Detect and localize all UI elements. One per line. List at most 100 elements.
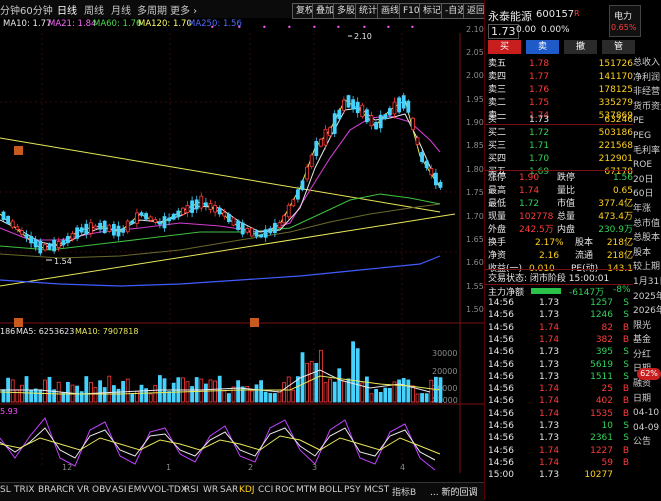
stat-value: 1.74 xyxy=(519,186,540,196)
tick-volume: 1246 xyxy=(590,310,613,321)
tick-price: 1.73 xyxy=(539,421,560,431)
volume-bar xyxy=(29,390,34,403)
tab-indicator[interactable]: SL xyxy=(0,485,11,495)
candle-body xyxy=(291,199,296,207)
candle-body xyxy=(121,228,125,233)
sector-box[interactable]: 电力 0.65% xyxy=(609,5,641,37)
tick-time: 14:56 xyxy=(488,310,514,321)
candle-body xyxy=(397,97,402,113)
candle-body xyxy=(84,223,89,235)
tab-daily[interactable]: 日线 xyxy=(57,2,77,17)
buy-button[interactable]: 买 xyxy=(488,40,521,54)
tab-indicator[interactable]: SAR xyxy=(220,485,238,495)
cancel-order-button[interactable]: 撤 xyxy=(564,40,597,54)
tab-indicator[interactable]: BRAR xyxy=(38,485,62,495)
volume-bar xyxy=(19,384,24,403)
fund-label: 股本 xyxy=(633,247,652,258)
volume-bar xyxy=(130,393,135,403)
bid-label: 买三 xyxy=(488,141,507,151)
tab-indicator[interactable]: PSY xyxy=(344,485,361,495)
stat-label: 市值 xyxy=(557,199,576,209)
tick-volume: 1535 xyxy=(590,408,613,419)
ask-price: 1.77 xyxy=(529,72,550,82)
candle-body xyxy=(148,216,153,221)
tick-volume: 59 xyxy=(601,457,613,468)
stat-label: 总量 xyxy=(557,212,576,222)
tab-indicator[interactable]: 指标B xyxy=(392,485,416,498)
tick-side: B xyxy=(622,445,629,456)
tab-more[interactable]: 更多 › xyxy=(170,2,197,17)
svg-text:•: • xyxy=(237,23,242,32)
volume-bar xyxy=(157,375,162,403)
event-marker[interactable] xyxy=(250,318,259,327)
tick-row: 14:56 1.74 82 B xyxy=(485,322,635,335)
tab-indicator[interactable]: VR xyxy=(77,485,89,495)
volume-bar xyxy=(98,380,102,403)
tab-indicator[interactable]: CCI xyxy=(258,485,273,495)
tab-indicator-active[interactable]: KDJ xyxy=(239,485,255,495)
price-tick: 1.90 xyxy=(466,118,484,127)
volume-bar xyxy=(38,389,43,403)
tab-indicator[interactable]: OBV xyxy=(92,485,111,495)
candle-body xyxy=(162,216,167,229)
fund-label: 非经营 xyxy=(633,87,661,98)
candle-body xyxy=(47,243,52,250)
tab-indicator[interactable]: MCST xyxy=(364,485,389,495)
candle-body xyxy=(190,200,195,213)
tab-indicator[interactable]: VOL-TDX xyxy=(148,485,187,495)
stat-value: 0.65 xyxy=(612,186,633,196)
candle-body xyxy=(66,236,70,243)
tab-indicator[interactable]: ASI xyxy=(112,485,127,495)
candle-body xyxy=(56,241,61,248)
bid-row: 买四 1.70 212901 xyxy=(485,153,635,166)
volume-bar xyxy=(429,379,434,403)
candle-body xyxy=(360,104,365,117)
kline-chart[interactable]: MA10: 1.77 MA21: 1.84 MA60: 1.76 MA120: … xyxy=(0,18,484,473)
tab-indicator[interactable]: MTM xyxy=(296,485,317,495)
tab-minute[interactable]: 分钟 xyxy=(0,2,20,17)
svg-text:•: • xyxy=(362,23,367,32)
tick-volume: 1227 xyxy=(590,445,613,456)
bid-label: 买四 xyxy=(488,154,507,164)
stock-code: 600157 xyxy=(536,9,575,20)
candle-body xyxy=(424,160,429,168)
ma21-line xyxy=(0,115,441,241)
event-marker[interactable] xyxy=(14,318,23,327)
tick-volume: 10277 xyxy=(584,470,613,481)
tab-monthly[interactable]: 月线 xyxy=(111,2,131,17)
tab-indicator[interactable]: CR xyxy=(62,485,75,495)
candle-body xyxy=(15,226,20,231)
bid-volume: 221568 xyxy=(598,141,633,151)
candle-body xyxy=(194,199,199,210)
tab-indicator[interactable]: EMV xyxy=(128,485,148,495)
tab-weekly[interactable]: 周线 xyxy=(84,2,104,17)
volume-bar xyxy=(1,389,6,403)
fund-label: 年涨 xyxy=(633,203,652,214)
stat-value: 218亿 xyxy=(606,251,633,261)
indicator-value: 5.93 xyxy=(0,407,18,416)
high-annotation: 2.10 xyxy=(354,32,372,41)
candle-body xyxy=(89,222,93,234)
tick-volume: 10 xyxy=(601,421,613,431)
tick-time: 14:56 xyxy=(488,445,514,456)
tab-indicator[interactable]: ROC xyxy=(275,485,295,495)
tab-multi-period[interactable]: 多周期 xyxy=(137,2,167,17)
tab-indicator[interactable]: TRIX xyxy=(14,485,35,495)
candle-body xyxy=(180,207,185,215)
side-badge[interactable]: 62% xyxy=(637,368,661,380)
ma120-legend: MA120: 1.70 xyxy=(138,19,192,29)
candle-body xyxy=(153,219,158,223)
volume-bar xyxy=(424,393,429,403)
candle-body xyxy=(75,227,79,239)
bid-volume: 212901 xyxy=(598,154,633,164)
tab-indicator[interactable]: BOLL xyxy=(319,485,342,495)
manage-button[interactable]: 管 xyxy=(602,40,635,54)
volume-bar xyxy=(66,381,70,403)
event-marker[interactable] xyxy=(14,146,23,155)
tab-60min[interactable]: 60分钟 xyxy=(20,2,53,17)
tab-indicator[interactable]: RSI xyxy=(184,485,199,495)
tab-indicator[interactable]: WR xyxy=(203,485,218,495)
sell-button[interactable]: 卖 xyxy=(526,40,559,54)
tick-price: 1.74 xyxy=(539,457,560,468)
candle-body xyxy=(130,220,135,224)
